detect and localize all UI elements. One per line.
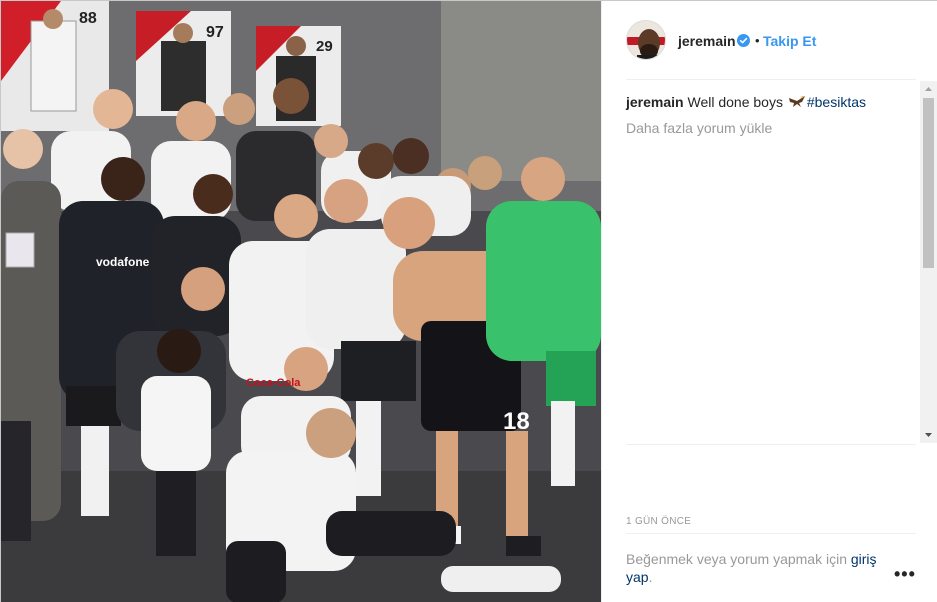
caption: jeremain Well done boys #besiktas [626,93,866,111]
poster-number: 88 [79,10,97,27]
login-prompt-suffix: . [648,569,653,585]
eagle-emoji-icon [788,96,805,107]
post-side-panel: jeremain • Takip Et jeremain Well done b… [601,1,937,602]
post-timestamp[interactable]: 1 GÜN ÖNCE [626,516,691,527]
team-photo-image: 88 97 29 vodafone 18 Coca-Cola [1,1,601,602]
poster-number: 29 [316,38,333,55]
shirt-sponsor: vodafone [96,255,150,269]
post-photo[interactable]: 88 97 29 vodafone 18 Coca-Cola [1,1,601,602]
hashtag-link[interactable]: #besiktas [807,94,866,110]
poster-middle: 97 [136,11,231,116]
scroll-up-arrow-icon[interactable] [920,81,937,98]
login-prompt-text: Beğenmek veya yorum yapmak için [626,551,851,567]
shorts-number: 18 [503,408,530,435]
instagram-post: 88 97 29 vodafone 18 Coca-Cola jeremain … [0,0,937,602]
header-divider [626,79,916,80]
caption-text: Well done boys [687,94,783,110]
verified-badge-icon [737,34,750,47]
more-options-button[interactable]: ••• [894,564,916,585]
avatar-image [627,21,665,59]
comments-scrollbar[interactable] [920,81,937,443]
author-username[interactable]: jeremain [678,33,736,49]
load-more-comments-button[interactable]: Daha fazla yorum yükle [626,120,772,136]
separator-dot: • [755,33,760,48]
scrollbar-thumb[interactable] [923,98,934,268]
comments-list[interactable]: jeremain Well done boys #besiktas Daha f… [626,81,922,443]
follow-button[interactable]: Takip Et [763,33,816,49]
login-prompt: Beğenmek veya yorum yapmak için giriş ya… [626,550,888,586]
caption-username[interactable]: jeremain [626,94,684,110]
shirt-sponsor: Coca-Cola [246,377,301,389]
post-header: jeremain • Takip Et [602,1,937,79]
comments-divider [626,444,916,445]
poster-left: 88 [1,1,109,131]
avatar[interactable] [626,20,666,60]
scroll-down-arrow-icon[interactable] [920,426,937,443]
poster-number: 97 [206,24,224,41]
timestamp-divider [626,533,916,534]
